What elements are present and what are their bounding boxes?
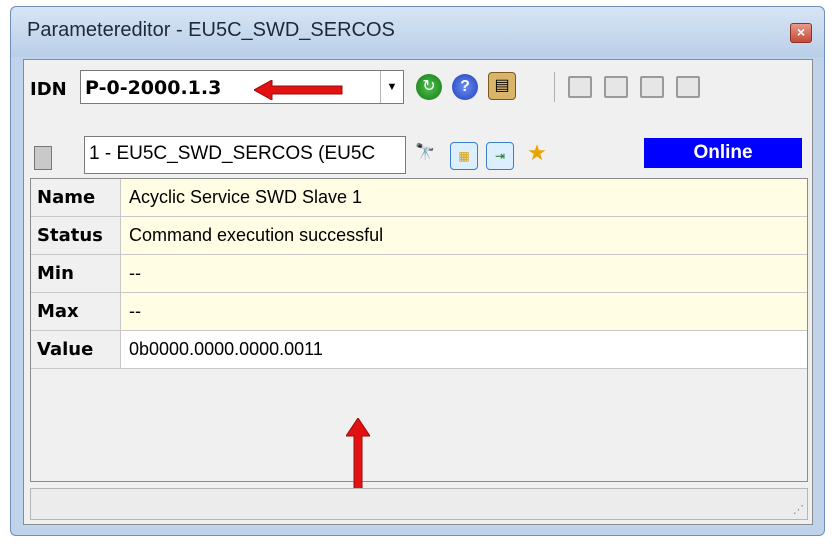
- refresh-icon[interactable]: ↻: [416, 74, 442, 100]
- status-bar: ⋰: [30, 488, 808, 520]
- write-icon[interactable]: [568, 76, 592, 98]
- max-value: --: [121, 293, 807, 330]
- list-icon[interactable]: [640, 76, 664, 98]
- value-field[interactable]: 0b0000.0000.0000.0011: [121, 331, 807, 368]
- table-row: Max --: [31, 293, 807, 331]
- parameter-grid: Name Acyclic Service SWD Slave 1 Status …: [30, 178, 808, 482]
- device-icon: [34, 146, 52, 170]
- table-row: Value 0b0000.0000.0000.0011: [31, 331, 807, 369]
- window-title: Parametereditor - EU5C_SWD_SERCOS: [27, 19, 395, 41]
- calendar-icon[interactable]: ▦: [450, 142, 478, 170]
- idn-value: P-0-2000.1.3: [85, 77, 222, 99]
- max-label: Max: [31, 293, 121, 330]
- import-icon[interactable]: ⇥: [486, 142, 514, 170]
- min-label: Min: [31, 255, 121, 292]
- find-icon[interactable]: 🔭: [412, 140, 438, 166]
- editor-panel: IDN P-0-2000.1.3 ▼ ↻ ? ▤ 1 - EU5C_SWD_SE…: [23, 59, 813, 525]
- device-selector[interactable]: 1 - EU5C_SWD_SERCOS (EU5C: [84, 136, 406, 174]
- title-bar: Parametereditor - EU5C_SWD_SERCOS ×: [11, 7, 824, 57]
- table-row: Status Command execution successful: [31, 217, 807, 255]
- help-icon[interactable]: ?: [452, 74, 478, 100]
- star-icon[interactable]: ★: [524, 140, 550, 166]
- paste-icon[interactable]: ▤: [488, 72, 516, 100]
- online-status: Online: [644, 138, 802, 168]
- table-row: Name Acyclic Service SWD Slave 1: [31, 179, 807, 217]
- chevron-down-icon[interactable]: ▼: [380, 71, 403, 103]
- name-value: Acyclic Service SWD Slave 1: [121, 179, 807, 216]
- status-value: Command execution successful: [121, 217, 807, 254]
- table-row: Min --: [31, 255, 807, 293]
- resize-grip-icon[interactable]: ⋰: [793, 503, 804, 516]
- toolbar-separator: [554, 72, 555, 102]
- idn-label: IDN: [30, 79, 67, 100]
- red-arrow-left: [254, 80, 343, 100]
- status-label: Status: [31, 217, 121, 254]
- parameter-editor-window: Parametereditor - EU5C_SWD_SERCOS × IDN …: [10, 6, 825, 536]
- check-icon[interactable]: [676, 76, 700, 98]
- close-button[interactable]: ×: [790, 23, 812, 43]
- name-label: Name: [31, 179, 121, 216]
- min-value: --: [121, 255, 807, 292]
- idn-combobox[interactable]: P-0-2000.1.3 ▼: [80, 70, 404, 104]
- read-icon[interactable]: [604, 76, 628, 98]
- value-label: Value: [31, 331, 121, 368]
